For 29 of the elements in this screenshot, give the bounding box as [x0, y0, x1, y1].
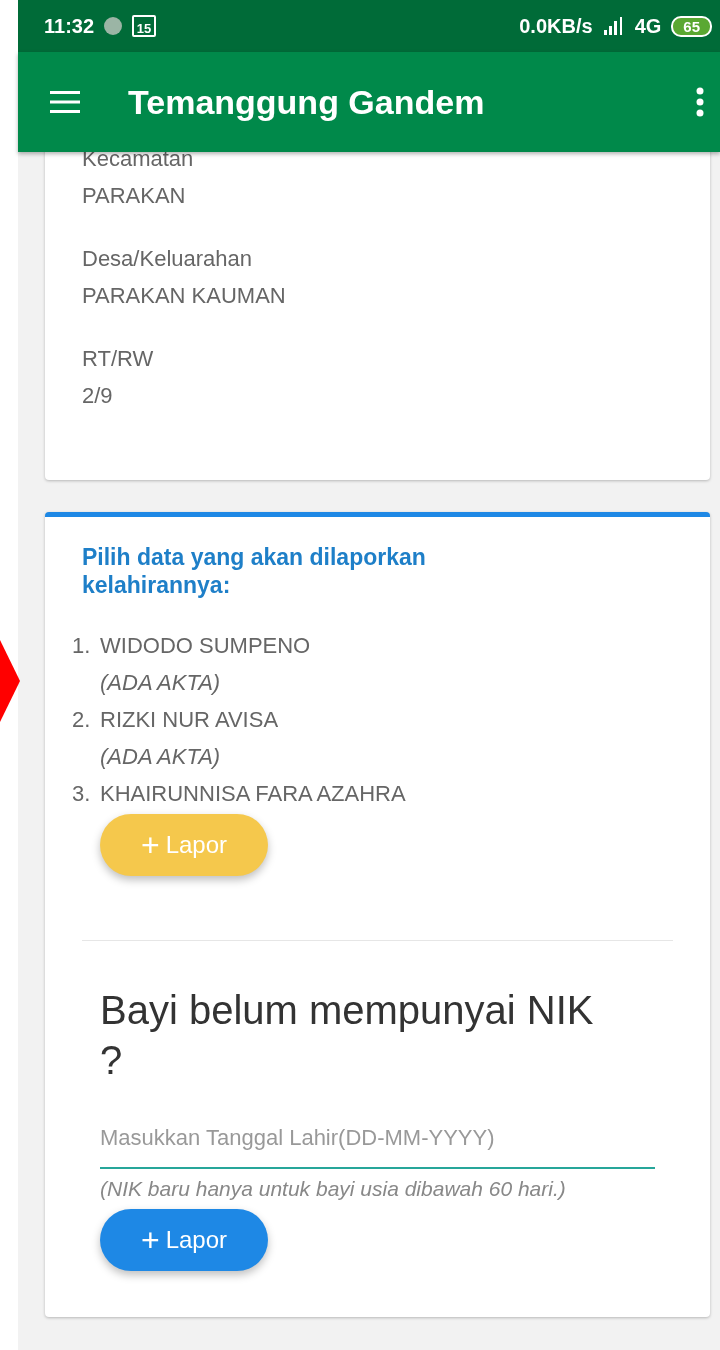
- hint-text: (NIK baru hanya untuk bayi usia dibawah 60 hari.): [100, 1177, 567, 1201]
- battery-icon: 65: [671, 15, 712, 37]
- field-value: PARAKAN KAUMAN: [82, 282, 287, 310]
- list-number: 3.: [72, 780, 92, 808]
- annotation-arrow-icon: [0, 640, 20, 722]
- person-name[interactable]: KHAIRUNNISA FARA AZAHRA: [100, 775, 673, 812]
- list-number: 2.: [72, 706, 92, 734]
- field-value: 2/9: [82, 382, 114, 410]
- signal-icon: [602, 16, 625, 36]
- section-heading: Pilih data yang akan dilaporkan kelahirannya:: [82, 543, 427, 599]
- person-name[interactable]: WIDODO SUMPENO: [100, 627, 673, 664]
- calendar-icon: 15: [132, 15, 157, 37]
- no-nik-title: Bayi belum mempunyai NIK ?: [100, 987, 595, 1084]
- notification-dot-icon: [104, 17, 123, 35]
- person-note: (ADA AKTA): [100, 743, 221, 771]
- person-note: (ADA AKTA): [100, 669, 221, 697]
- clock: 11:32: [44, 14, 95, 38]
- menu-icon[interactable]: [50, 91, 80, 113]
- network-speed: 0.0KB/s: [519, 14, 593, 38]
- app-title: Temanggung Gandem: [128, 82, 486, 122]
- field-value: PARAKAN: [82, 182, 187, 210]
- list-number: 1.: [72, 632, 92, 660]
- field-label: Desa/Keluarahan: [82, 245, 253, 273]
- person-name[interactable]: RIZKI NUR AVISA: [100, 701, 673, 738]
- field-label: RT/RW: [82, 345, 155, 373]
- more-options-icon[interactable]: [696, 87, 704, 117]
- new-report-button[interactable]: + Lapor: [100, 1209, 268, 1271]
- birth-date-field[interactable]: Masukkan Tanggal Lahir(DD-MM-YYYY): [100, 1115, 655, 1169]
- network-type: 4G: [634, 14, 662, 38]
